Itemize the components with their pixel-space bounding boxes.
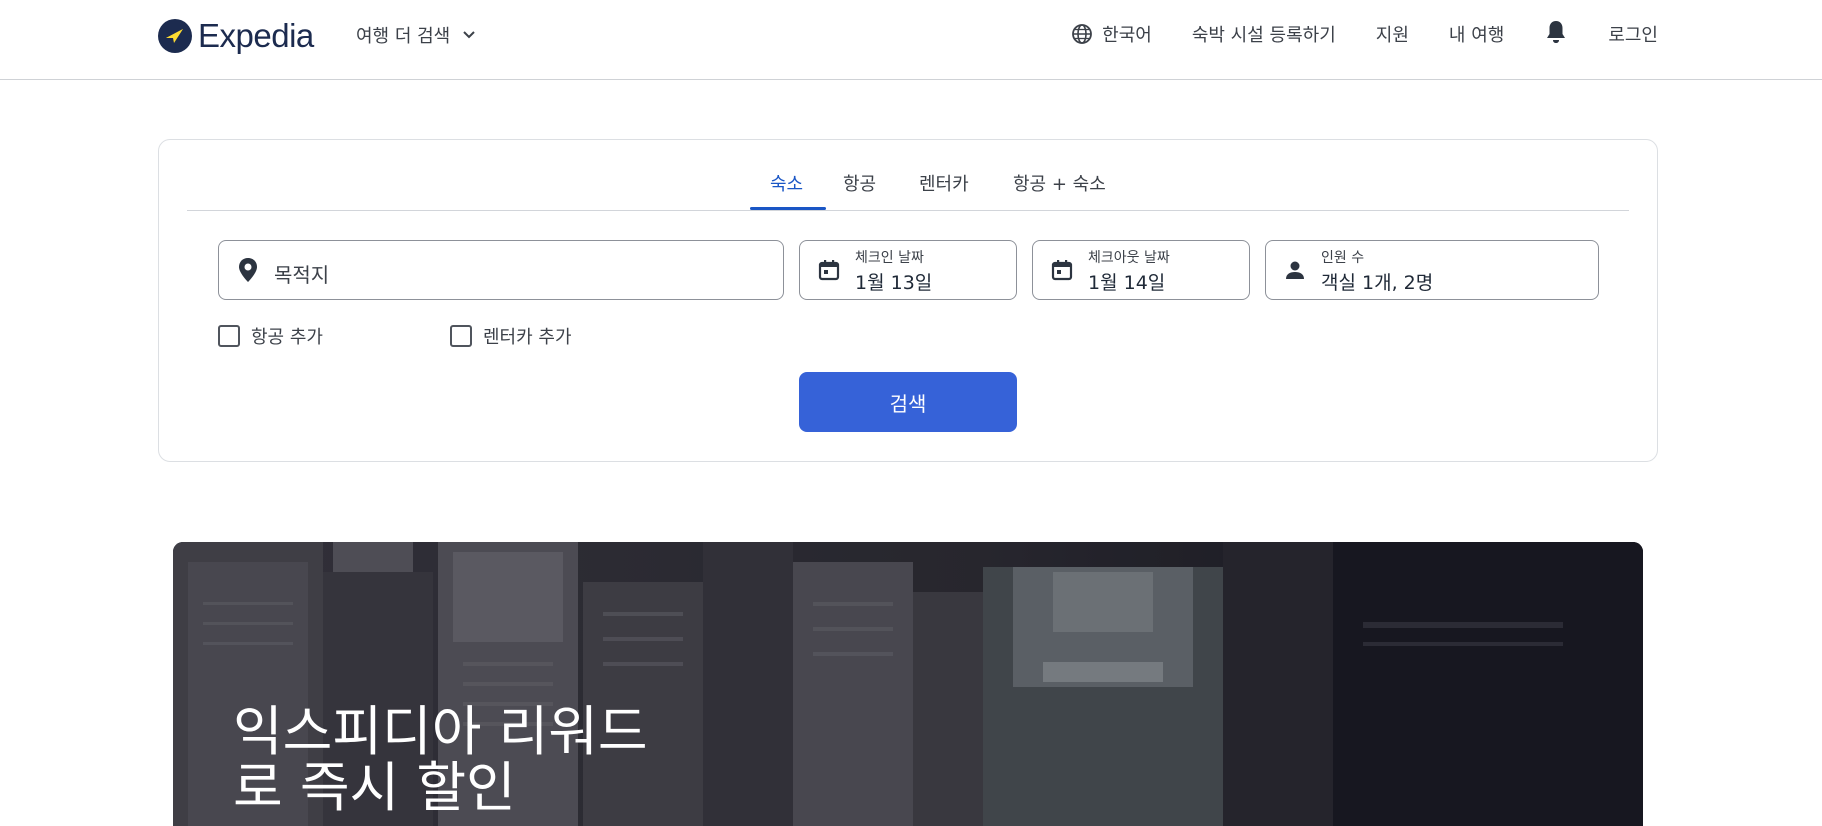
add-flight-label: 항공 추가 [251,327,323,348]
travelers-value: 객실 1개, 2명 [1321,272,1434,294]
expedia-plane-icon [158,19,192,53]
support-link[interactable]: 지원 [1376,21,1409,47]
add-car-checkbox[interactable]: 렌터카 추가 [450,323,572,349]
map-pin-icon [235,257,261,283]
tab-cars[interactable]: 렌터카 [919,170,969,196]
search-panel: 숙소 항공 렌터카 항공 + 숙소 목적지 체크인 날짜 1월 13일 체크아웃… [158,139,1658,462]
more-travel-label: 여행 더 검색 [356,26,451,47]
bell-icon [1544,19,1568,50]
checkout-date-field[interactable]: 체크아웃 날짜 1월 14일 [1032,240,1250,300]
rewards-hero-banner[interactable]: 익스피디아 리워드 로 즉시 할인 [173,542,1643,826]
more-travel-dropdown[interactable]: 여행 더 검색 [356,22,476,48]
login-link[interactable]: 로그인 [1608,21,1658,47]
list-property-link[interactable]: 숙박 시설 등록하기 [1192,21,1336,47]
checkin-label: 체크인 날짜 [855,250,924,266]
my-trips-link[interactable]: 내 여행 [1449,21,1504,47]
search-tabs: 숙소 항공 렌터카 항공 + 숙소 [187,140,1629,211]
checkout-value: 1월 14일 [1088,272,1166,294]
active-tab-indicator [750,207,826,210]
calendar-icon [816,257,842,283]
notifications-button[interactable] [1544,19,1568,50]
destination-field[interactable]: 목적지 [218,240,784,300]
tab-packages[interactable]: 항공 + 숙소 [1013,170,1106,196]
checkout-label: 체크아웃 날짜 [1088,250,1170,266]
add-car-label: 렌터카 추가 [483,327,572,348]
tab-flights[interactable]: 항공 [843,170,876,196]
search-button[interactable]: 검색 [799,372,1017,432]
logo-text: Expedia [198,17,314,54]
language-label: 한국어 [1102,25,1152,46]
travelers-label: 인원 수 [1321,250,1365,266]
globe-icon [1071,23,1093,45]
chevron-down-icon [462,30,476,40]
expedia-logo[interactable]: Expedia [158,17,314,55]
travelers-field[interactable]: 인원 수 객실 1개, 2명 [1265,240,1599,300]
add-flight-checkbox[interactable]: 항공 추가 [218,323,323,349]
checkin-date-field[interactable]: 체크인 날짜 1월 13일 [799,240,1017,300]
checkbox-box[interactable] [218,325,240,347]
hero-title-line2: 로 즉시 할인 [233,756,516,819]
checkbox-box[interactable] [450,325,472,347]
hero-title: 익스피디아 리워드 로 즉시 할인 [233,704,648,816]
tab-stays[interactable]: 숙소 [770,170,803,196]
language-selector[interactable]: 한국어 [1071,21,1152,47]
hero-title-line1: 익스피디아 리워드 [233,700,648,763]
header-nav: 한국어 숙박 시설 등록하기 지원 내 여행 로그인 [1071,18,1658,50]
checkin-value: 1월 13일 [855,272,933,294]
calendar-icon [1049,257,1075,283]
person-icon [1282,257,1308,283]
top-header: Expedia 여행 더 검색 한국어 숙박 시설 등록하기 지원 내 여행 로… [0,0,1822,80]
destination-placeholder: 목적지 [274,263,330,287]
